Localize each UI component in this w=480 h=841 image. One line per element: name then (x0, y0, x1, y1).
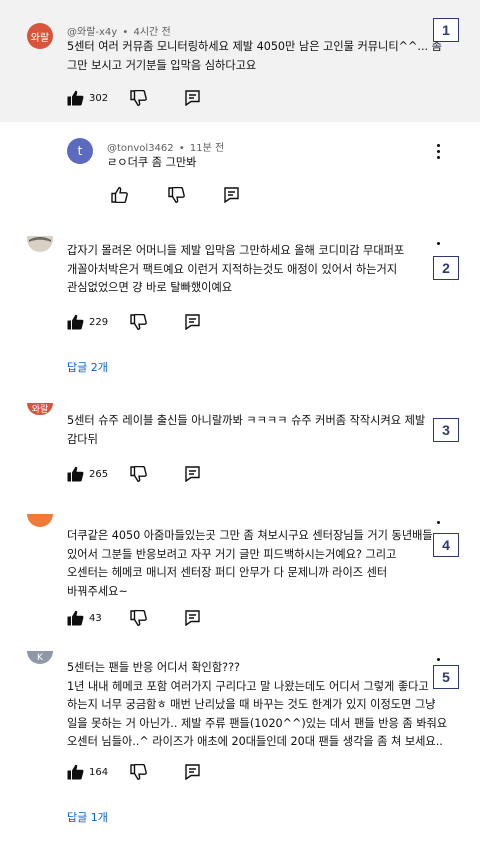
comment-actions: 164 (67, 762, 227, 782)
more-options-icon[interactable] (437, 521, 440, 524)
like-count: 43 (89, 612, 102, 624)
avatar[interactable]: K (27, 651, 53, 664)
thumbs-down-icon (130, 314, 147, 330)
comment-icon (185, 764, 200, 780)
like-button[interactable] (111, 185, 128, 205)
dislike-button[interactable] (130, 464, 147, 484)
thumbs-up-icon (67, 764, 84, 780)
thumbs-down-icon (130, 764, 147, 780)
more-options-icon[interactable] (435, 144, 441, 159)
dislike-button[interactable] (130, 608, 147, 628)
reply-button[interactable] (185, 464, 200, 484)
comment-time[interactable]: 4시간 전 (134, 27, 171, 38)
like-button[interactable]: 43 (67, 608, 102, 628)
thumbs-down-icon (168, 187, 185, 203)
comment-actions: 229 (67, 312, 227, 332)
comment-meta: @와랄-x4y • 4시간 전 (67, 27, 171, 38)
comment-text: 5센터 여러 커뮤좀 모니터링하세요 제발 4050만 남은 고인물 커뮤니티^… (67, 40, 442, 72)
thumbs-up-icon (67, 610, 84, 626)
like-count: 265 (89, 468, 109, 480)
annotation-badge-5: 5 (433, 665, 459, 689)
annotation-badge-4: 4 (433, 533, 459, 557)
avatar[interactable]: 와랄 (27, 403, 53, 415)
annotation-badge-3: 3 (433, 418, 459, 442)
reply-text: ㄹㅇ더쿠 좀 그만봐 (107, 156, 197, 169)
like-count: 302 (89, 92, 109, 104)
view-replies-link[interactable]: 답글 2개 (67, 359, 108, 375)
annotation-badge-1: 1 (433, 18, 459, 42)
dislike-button[interactable] (130, 762, 147, 782)
thumbs-down-icon (130, 90, 147, 106)
comment-text: 5센터 슈주 레이블 출신들 아니랄까봐 ㅋㅋㅋㅋ 슈주 커버좀 작작시켜요 제… (67, 414, 426, 446)
thumbs-up-icon (67, 314, 84, 330)
like-count: 164 (89, 766, 109, 778)
thumbs-up-icon (67, 90, 84, 106)
like-button[interactable]: 164 (67, 762, 108, 782)
comment-icon (224, 187, 239, 203)
like-button[interactable]: 302 (67, 88, 108, 108)
avatar[interactable]: 와랄 (27, 23, 53, 49)
like-button[interactable]: 265 (67, 464, 108, 484)
reply-button[interactable] (185, 762, 200, 782)
comment-icon (185, 90, 200, 106)
comment-author[interactable]: @와랄-x4y (67, 27, 117, 38)
reply-button[interactable] (185, 312, 200, 332)
thumbs-up-icon (111, 187, 128, 203)
reply-button[interactable] (224, 185, 239, 205)
view-replies-link[interactable]: 답글 1개 (67, 809, 108, 825)
thumbs-up-icon (67, 466, 84, 482)
comment-text: 더쿠같은 4050 아줌마들있는곳 그만 좀 쳐보시구요 센터장님들 거기 동년… (67, 529, 433, 598)
comment-actions: 302 (67, 88, 227, 108)
more-options-icon[interactable] (437, 242, 440, 245)
reply-actions (111, 185, 251, 205)
comment-text: 갑자기 몰려온 어머니들 제발 입막음 그만하세요 올해 코디미감 무대퍼포 개… (67, 244, 405, 294)
comment-text: 5센터는 팬들 반응 어디서 확인함??? 1년 내내 헤메코 포함 여러가지 … (67, 661, 448, 748)
annotation-badge-2: 2 (433, 256, 459, 280)
reply-button[interactable] (185, 88, 200, 108)
comment-icon (185, 610, 200, 626)
thumbs-down-icon (130, 610, 147, 626)
reply-time[interactable]: 11분 전 (190, 143, 224, 154)
reply-author[interactable]: @tonvol3462 (107, 143, 174, 154)
like-count: 229 (89, 316, 109, 328)
reply-avatar[interactable]: t (67, 138, 93, 164)
avatar[interactable] (27, 236, 53, 252)
thumbs-down-icon (130, 466, 147, 482)
avatar[interactable] (27, 514, 53, 527)
reply-button[interactable] (185, 608, 200, 628)
comment-icon (185, 314, 200, 330)
dislike-button[interactable] (168, 185, 185, 205)
comment-icon (185, 466, 200, 482)
comment-actions: 265 (67, 464, 227, 484)
reply-meta: @tonvol3462 • 11분 전 (107, 143, 225, 154)
dislike-button[interactable] (130, 312, 147, 332)
like-button[interactable]: 229 (67, 312, 108, 332)
dislike-button[interactable] (130, 88, 147, 108)
comment-actions: 43 (67, 608, 227, 628)
